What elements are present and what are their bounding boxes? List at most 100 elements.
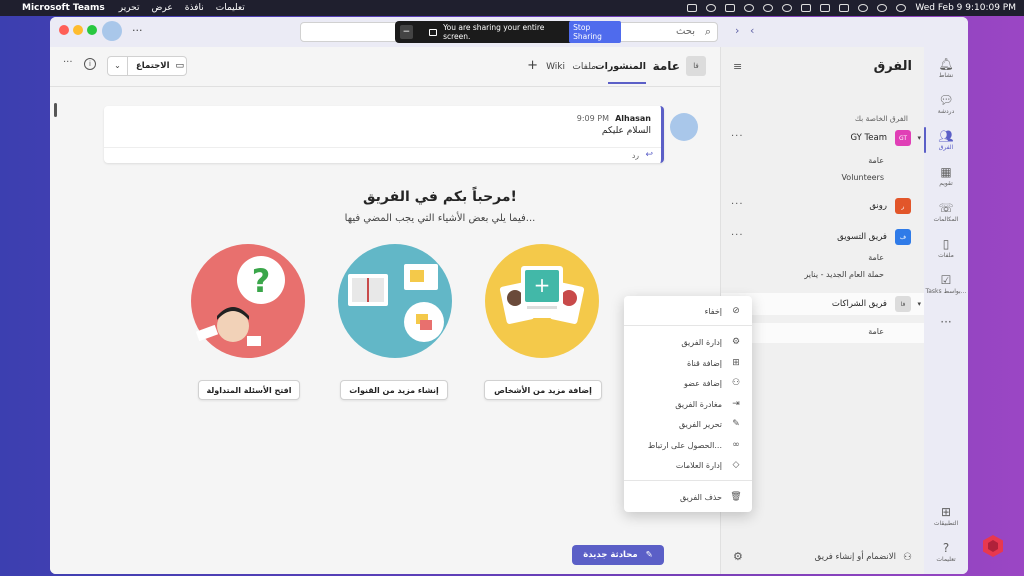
team-more-options-icon[interactable]: ··· <box>731 131 744 142</box>
question-person-icon: ? <box>195 256 285 346</box>
forward-arrow-icon[interactable]: › <box>735 24 739 37</box>
chevron-down-icon: ▾ <box>917 134 921 142</box>
control-center-icon[interactable] <box>896 4 907 12</box>
menubar-app-name[interactable]: Microsoft Teams <box>22 3 105 13</box>
menu-item-manage-tags[interactable]: إدارة العلامات ◇ <box>624 455 752 475</box>
menu-item-delete-team[interactable]: حذف الفريق 🗑︎ <box>624 487 752 507</box>
post-time: 9:09 PM <box>576 114 609 123</box>
screen-share-tray-icon[interactable] <box>687 4 698 12</box>
more-options-icon[interactable]: ··· <box>132 24 143 37</box>
reply-icon: ↩ <box>645 150 653 160</box>
create-channels-illustration <box>338 244 452 358</box>
wifi-icon[interactable] <box>858 4 869 12</box>
minimize-window-button[interactable] <box>73 25 83 35</box>
add-person-icon: ⚇ <box>731 378 741 388</box>
channel-item-volunteers[interactable]: Volunteers <box>841 173 884 182</box>
tab-wiki[interactable]: Wiki <box>546 62 565 72</box>
rail-item-help[interactable]: ? تعليمات <box>924 535 968 569</box>
your-teams-label[interactable]: الفرق الخاصة بك <box>855 114 908 123</box>
team-more-options-icon[interactable]: ··· <box>731 199 744 210</box>
menu-item-leave-team[interactable]: مغادرة الفريق ⇥ <box>624 394 752 414</box>
menu-item-get-link[interactable]: الحصول على ارتباط... ∞ <box>624 435 752 455</box>
menu-label: إضافة قناة <box>687 358 722 368</box>
back-arrow-icon[interactable]: ‹ <box>750 24 754 37</box>
battery-icon[interactable] <box>839 4 850 12</box>
menubar-datetime[interactable]: Wed Feb 9 9:10:09 PM <box>915 3 1016 13</box>
tab-files[interactable]: ملفات <box>572 62 596 72</box>
rail-more-apps[interactable]: ··· <box>924 305 968 339</box>
welcome-subtitle: فيما يلي بعض الأشياء التي يجب المضي فيها… <box>344 213 536 224</box>
teams-icon: 👥︎ <box>938 128 954 143</box>
team-row-marketing[interactable]: ف فريق التسويق ··· <box>721 226 925 248</box>
tab-posts[interactable]: المنشورات <box>595 61 646 72</box>
cloud-tray-icon[interactable] <box>744 4 755 12</box>
post-reply-bar[interactable]: ↩ رد <box>104 147 661 163</box>
channel-item-general[interactable]: عامة <box>868 327 884 336</box>
rail-item-apps[interactable]: ⊞ التطبيقات <box>924 499 968 533</box>
channel-item-general[interactable]: عامة <box>868 156 884 165</box>
channel-item-general[interactable]: عامة <box>868 253 884 262</box>
moon-tray-icon[interactable] <box>782 4 793 12</box>
settings-gear-icon[interactable]: ⚙ <box>733 550 743 563</box>
titlebar: ··· بحث ⌕ − You are sharing your entire … <box>50 17 968 47</box>
search-placeholder: بحث <box>675 26 695 37</box>
add-more-people-button[interactable]: إضافة مزيد من الأشخاص <box>484 380 602 400</box>
chevron-down-icon: ▾ <box>917 300 921 308</box>
search-icon: ⌕ <box>704 25 711 38</box>
rail-item-calls[interactable]: ☏ المكالمات <box>924 195 968 229</box>
new-conversation-button[interactable]: محادثة جديدة ✎ <box>572 545 664 565</box>
channel-item-new-year-campaign[interactable]: حملة العام الجديد - يناير <box>804 270 884 279</box>
menu-item-edit-team[interactable]: تحرير الفريق ✎ <box>624 414 752 434</box>
menu-label: مغادرة الفريق <box>675 399 722 409</box>
cloud-sync-tray-icon[interactable] <box>763 4 774 12</box>
rail-item-chat[interactable]: 💬︎ دردشة <box>924 87 968 121</box>
filter-icon[interactable]: ≡ <box>733 60 742 73</box>
bluetooth-tray-icon[interactable] <box>801 4 812 12</box>
image-tray-icon[interactable] <box>725 4 736 12</box>
meet-button[interactable]: الاجتماع <box>136 61 170 71</box>
minimize-sharing-bar-icon[interactable]: − <box>400 25 413 39</box>
rail-item-teams[interactable]: 👥︎ الفرق <box>924 123 968 157</box>
open-faq-button[interactable]: افتح الأسئلة المتداولة <box>198 380 300 400</box>
welcome-title: مرحباً بكم في الفريق! <box>363 189 517 205</box>
rail-item-activity[interactable]: 🔔︎ نشاط <box>924 51 968 85</box>
rail-item-calendar[interactable]: ▦ تقويم <box>924 159 968 193</box>
menu-item-add-channel[interactable]: إضافة قناة ⊞ <box>624 353 752 373</box>
menubar-menu-edit[interactable]: تحرير <box>119 3 140 13</box>
post-author[interactable]: Alhasan <box>615 114 651 123</box>
info-icon[interactable]: i <box>84 58 96 70</box>
mic-tray-icon[interactable] <box>706 4 717 12</box>
team-more-options-icon[interactable]: ··· <box>731 230 744 241</box>
channel-name: عامة <box>652 59 680 73</box>
screen-icon <box>428 28 438 36</box>
stop-sharing-button[interactable]: Stop Sharing <box>569 21 621 43</box>
rail-item-tasks[interactable]: ☑ Tasks بواسط... <box>924 267 968 301</box>
create-more-channels-button[interactable]: إنشاء مزيد من القنوات <box>340 380 448 400</box>
team-name: فريق الشراكات <box>831 299 887 309</box>
menu-item-add-member[interactable]: إضافة عضو ⚇ <box>624 373 752 393</box>
tasks-icon: ☑ <box>940 272 952 287</box>
keyboard-tray-icon[interactable] <box>820 4 831 12</box>
add-tab-button[interactable]: + <box>527 58 538 73</box>
team-avatar: ر <box>895 198 911 214</box>
team-row-rawnaq[interactable]: ر رونق ··· <box>721 195 925 217</box>
menubar-menu-help[interactable]: تعليمات <box>216 3 245 13</box>
spotlight-icon[interactable] <box>877 4 888 12</box>
phone-icon: ☏ <box>938 200 954 215</box>
maximize-window-button[interactable] <box>87 25 97 35</box>
join-or-create-team-link[interactable]: الانضمام أو إنشاء فريق <box>815 552 896 562</box>
header-more-icon[interactable]: ··· <box>63 57 73 68</box>
menubar-menu-window[interactable]: نافذة <box>185 3 204 13</box>
team-row-gy-team[interactable]: ▾ GT GY Team ··· <box>721 127 925 149</box>
menu-item-manage-team[interactable]: إدارة الفريق ⚙ <box>624 332 752 352</box>
rail-item-files[interactable]: ▯ ملفات <box>924 231 968 265</box>
close-window-button[interactable] <box>59 25 69 35</box>
post-author-avatar[interactable] <box>670 113 698 141</box>
profile-avatar[interactable] <box>102 21 122 41</box>
meet-dropdown-chevron-icon[interactable]: ⌄ <box>108 57 128 75</box>
scrollbar-thumb[interactable] <box>54 103 57 117</box>
watermark-logo-icon <box>983 535 1003 557</box>
add-people-icon[interactable]: ⚇ <box>903 552 912 563</box>
menu-item-hide[interactable]: إخفاء ⊘ <box>624 301 752 321</box>
menubar-menu-view[interactable]: عرض <box>152 3 173 13</box>
